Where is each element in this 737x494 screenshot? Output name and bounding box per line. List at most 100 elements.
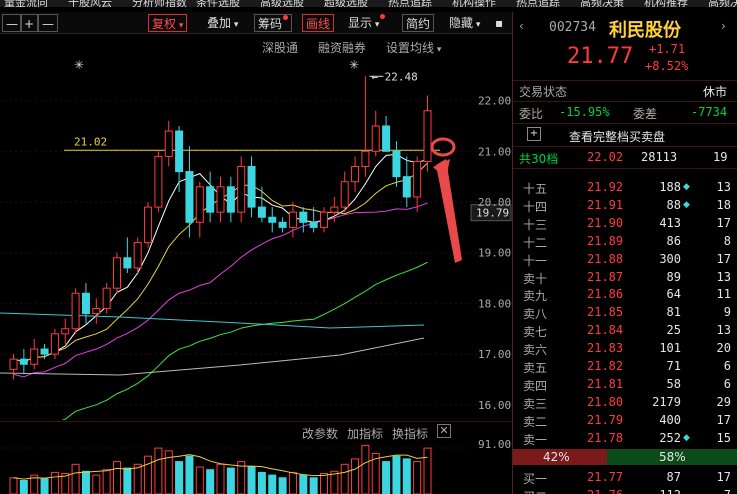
ask-row[interactable]: 卖七21.8425◆13	[513, 322, 737, 339]
top-nav-item[interactable]: 机构操作	[452, 0, 496, 7]
hide-button[interactable]: 隐藏 ▾	[446, 14, 483, 32]
ask-row[interactable]: 卖五21.8271◆6	[513, 358, 737, 375]
candle-down	[247, 166, 256, 208]
top-nav-item[interactable]: 量金流向	[4, 0, 48, 7]
ask-row[interactable]: 十五 21.92 188 ◆ 13	[513, 179, 737, 196]
simple-mode-button[interactable]: 简约	[402, 14, 435, 32]
top-nav-item[interactable]: 高频决策	[708, 0, 737, 7]
sz-connect-link[interactable]: 深股通	[262, 39, 298, 56]
level-count: 9	[723, 305, 731, 320]
level-volume: 188	[659, 180, 681, 194]
notification-dot-icon	[380, 14, 386, 19]
volume-bar-up	[195, 466, 204, 494]
level-price: 21.78	[587, 430, 624, 445]
quote-panel: ‹ 002734 利民股份 › 21.77 +1.71 +8.52% 交易状态 …	[513, 12, 737, 494]
top-nav-item[interactable]: 分析师指数	[132, 0, 187, 7]
candle-down	[226, 186, 235, 213]
chevron-down-icon: ▾	[372, 20, 380, 30]
close-icon[interactable]: ✕	[437, 424, 451, 438]
volume-bar-up	[413, 461, 422, 494]
level-label: 卖九	[523, 289, 548, 304]
chevron-down-icon: ▾	[473, 20, 481, 30]
top-nav-item[interactable]: 条件选股	[196, 0, 240, 7]
level-count: 13	[716, 180, 731, 194]
chevron-right-icon[interactable]: ›	[721, 19, 726, 33]
margin-trading-link[interactable]: 融资融券	[318, 39, 366, 56]
level-volume: 101	[659, 341, 681, 356]
ask-row[interactable]: 卖八21.8581◆9	[513, 304, 737, 321]
ask-row[interactable]: 卖十21.8789◆13	[513, 269, 737, 286]
bid-row[interactable]: 买二 21.76 112 7	[513, 487, 737, 494]
level-label: 卖四	[523, 378, 548, 393]
top-nav-item[interactable]: 超级选股	[324, 0, 368, 7]
volume-bar-down	[299, 474, 308, 494]
chevron-left-icon[interactable]: ‹	[519, 19, 524, 33]
axis-tick-label: 22.00	[478, 95, 511, 108]
top-nav-item[interactable]: 热点追踪	[516, 0, 560, 7]
minimize-button[interactable]: —	[2, 14, 22, 32]
diamond-icon: ◆	[683, 199, 690, 210]
volume-bar-up	[361, 444, 370, 494]
price-change-pct: +8.52%	[645, 59, 689, 73]
level-volume: 81	[666, 305, 681, 320]
level-price: 21.77	[587, 470, 624, 484]
candle-up	[102, 287, 111, 309]
ask-row[interactable]: 卖三21.802179◆29	[513, 394, 737, 411]
ma-settings-button[interactable]: 设置均线 ▾	[386, 39, 441, 56]
full-book-link[interactable]: 查看完整档买卖盘	[569, 128, 665, 145]
candle-down	[278, 221, 287, 228]
bid-row[interactable]: 买一 21.77 87 17	[513, 469, 737, 486]
level-label: 卖八	[523, 307, 548, 322]
candlestick-chart[interactable]: 21.02✳ ✳← 22.4819.7922.0021.0020.0019.001…	[0, 55, 512, 420]
ask-row[interactable]: 卖四21.8158◆6	[513, 376, 737, 393]
level-volume: 413	[659, 215, 681, 230]
level-label: 卖五	[523, 361, 548, 375]
volume-bar-down	[175, 461, 184, 494]
candle-down	[185, 171, 194, 223]
ask-row[interactable]: 卖二21.79400◆17	[513, 412, 737, 429]
top-nav-item[interactable]: 机构推荐	[644, 0, 688, 7]
ask-row[interactable]: 十三21.90413◆17	[513, 215, 737, 232]
ask-row[interactable]: 卖一 21.78 252 ◆ 15	[513, 430, 737, 447]
overlay-button[interactable]: 叠加 ▾	[204, 14, 241, 32]
level-label: 卖十	[523, 271, 548, 286]
top-nav-item[interactable]: 高级选股	[260, 0, 304, 7]
draw-line-button[interactable]: 画线	[302, 14, 335, 32]
level-label: 买一	[523, 472, 548, 486]
candle-up	[144, 206, 153, 244]
top-nav-item[interactable]: 十股风云	[68, 0, 112, 7]
level-volume: 112	[633, 488, 681, 494]
volume-bar-up	[144, 455, 153, 494]
ratio-left-label: 42%	[543, 450, 570, 464]
display-button[interactable]: 显示 ▾	[345, 14, 388, 32]
level-volume: 58	[666, 376, 681, 391]
top-nav-item[interactable]: 热点追踪	[388, 0, 432, 7]
close-panel-icon[interactable]: ▪	[492, 14, 506, 32]
candle-up	[133, 242, 142, 269]
volume-chart[interactable]	[0, 440, 512, 494]
zoom-out-button[interactable]: —	[38, 14, 58, 32]
zoom-in-button[interactable]: +	[20, 14, 39, 32]
candle-up	[423, 110, 432, 162]
ask-row[interactable]: 卖九21.8664◆11	[513, 286, 737, 303]
top-nav-item[interactable]: 高频决策	[580, 0, 624, 7]
candle-up	[71, 292, 80, 330]
candle-down	[19, 358, 28, 365]
candle-up	[30, 348, 39, 365]
full-book-row[interactable]: + 查看完整档买卖盘	[513, 127, 737, 144]
volume-bar-up	[216, 463, 225, 494]
chips-button[interactable]: 筹码	[254, 14, 293, 32]
ask-row[interactable]: 卖六21.83101◆20	[513, 340, 737, 357]
volume-bar-up	[340, 463, 349, 494]
volume-bar-up	[423, 447, 432, 494]
volume-bar-down	[268, 474, 277, 494]
volume-bar-down	[185, 455, 194, 494]
ask-row[interactable]: 十一21.88300◆17	[513, 251, 737, 268]
adjust-rights-button[interactable]: 复权 ▾	[148, 14, 188, 32]
ask-row[interactable]: 十二21.8986◆8	[513, 233, 737, 250]
ask-row[interactable]: 十四 21.91 88 ◆ 18	[513, 197, 737, 214]
volume-bar-up	[92, 474, 101, 494]
red-arrow-annotation	[436, 159, 462, 263]
candle-down	[40, 348, 49, 355]
plus-box-icon[interactable]: +	[527, 127, 541, 141]
